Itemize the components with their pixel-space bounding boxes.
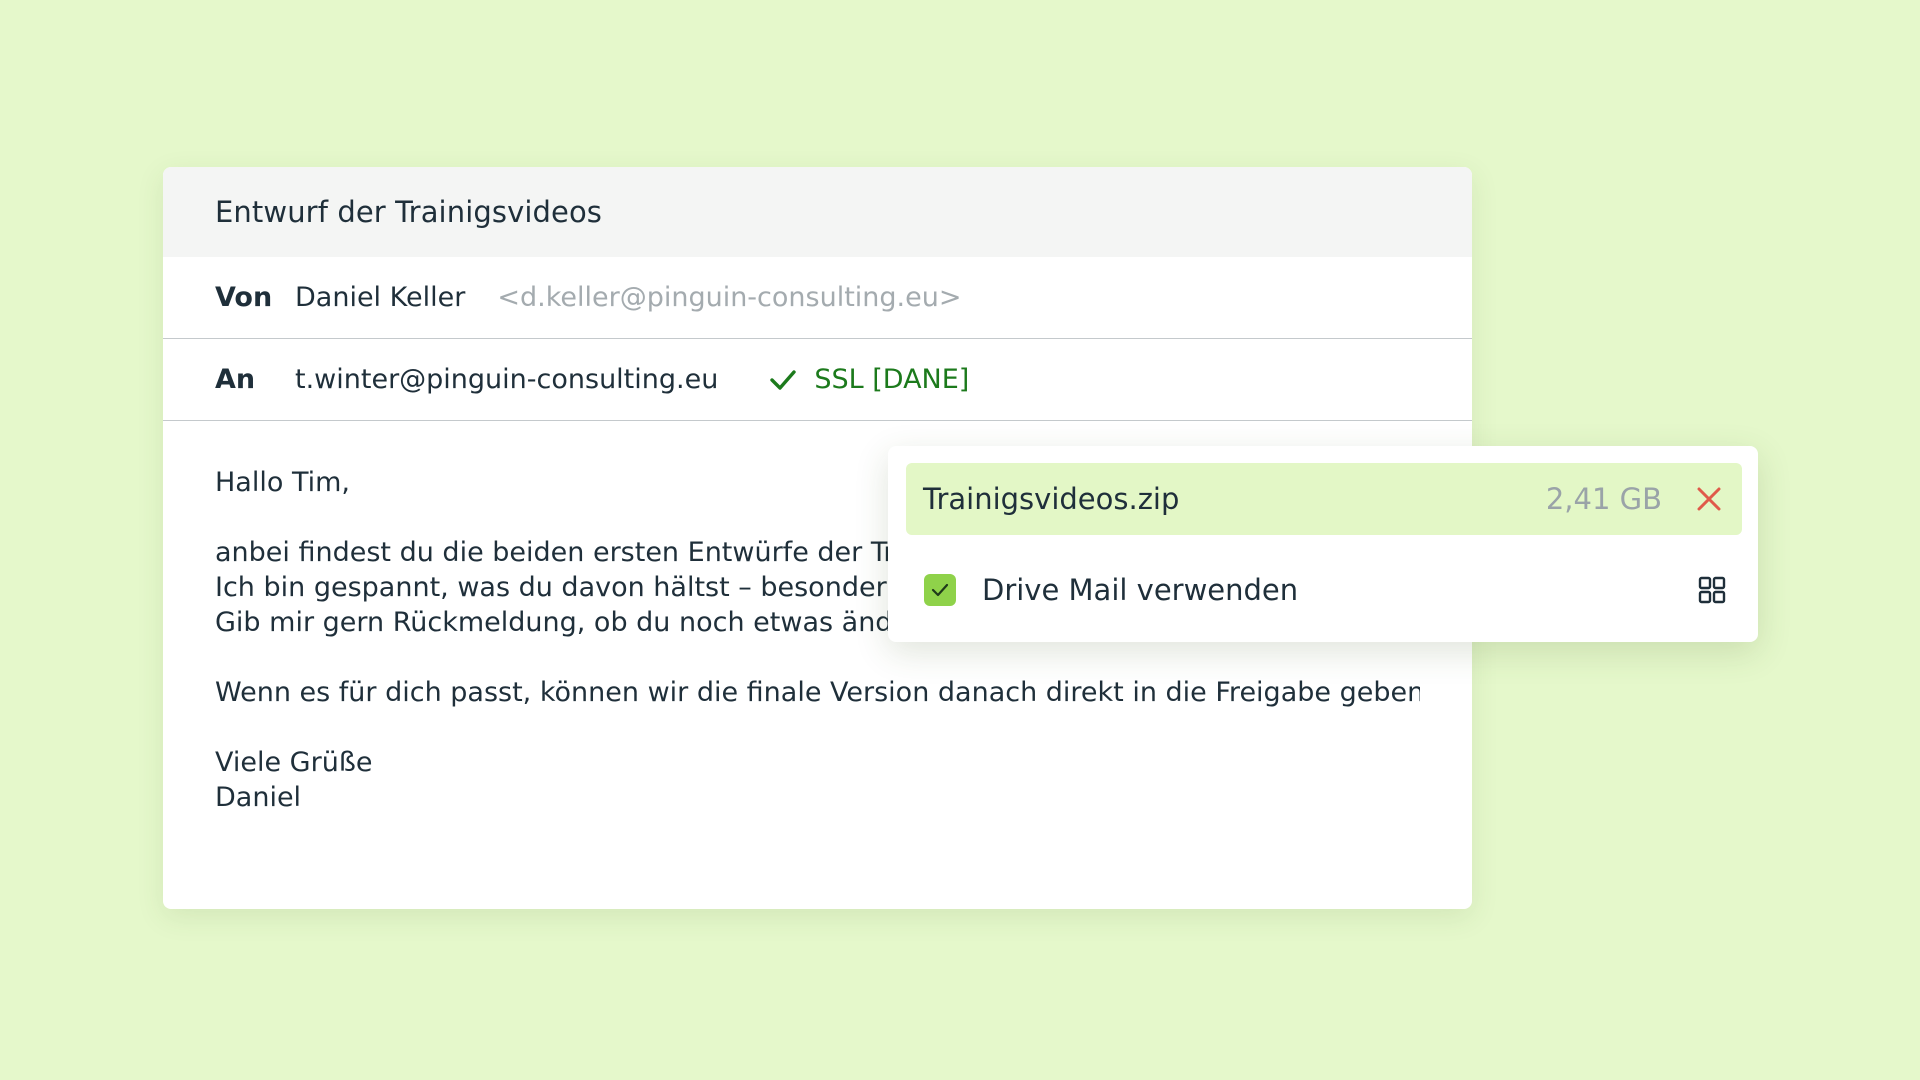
remove-attachment-button[interactable]: [1692, 482, 1726, 516]
signature-line: Daniel: [215, 782, 302, 813]
sender-email: <d.keller@pinguin-consulting.eu>: [497, 282, 962, 313]
mail-subject[interactable]: Entwurf der Trainigsvideos: [215, 195, 602, 229]
checkmark-icon: [931, 583, 949, 597]
closing-line: Viele Grüße: [215, 747, 373, 778]
from-row: Von Daniel Keller <d.keller@pinguin-cons…: [163, 257, 1472, 339]
grid-view-button[interactable]: [1696, 574, 1728, 606]
attachment-popup: Trainigsvideos.zip 2,41 GB Drive Mail ve…: [888, 446, 1758, 642]
drive-mail-row: Drive Mail verwenden: [924, 570, 1728, 610]
close-icon: [1697, 487, 1721, 511]
attachment-file-size: 2,41 GB: [1545, 482, 1662, 516]
drive-mail-label[interactable]: Drive Mail verwenden: [982, 573, 1298, 607]
subject-bar: Entwurf der Trainigsvideos: [163, 167, 1472, 257]
ssl-status-label: SSL [DANE]: [814, 364, 970, 395]
check-icon: [770, 369, 797, 390]
mail-closing: Viele Grüße Daniel: [215, 745, 1420, 815]
from-label: Von: [215, 282, 273, 313]
grid-icon: [1698, 576, 1726, 604]
ssl-status: SSL [DANE]: [770, 364, 969, 395]
drive-mail-checkbox[interactable]: [924, 574, 956, 606]
to-row: An t.winter@pinguin-consulting.eu SSL [D…: [163, 339, 1472, 421]
recipient-email[interactable]: t.winter@pinguin-consulting.eu: [295, 364, 718, 395]
attachment-file-name: Trainigsvideos.zip: [923, 482, 1180, 516]
attachment-item[interactable]: Trainigsvideos.zip 2,41 GB: [906, 463, 1742, 535]
sender-name: Daniel Keller: [295, 282, 466, 313]
to-label: An: [215, 364, 256, 395]
mail-paragraph-2: Wenn es für dich passt, können wir die f…: [215, 677, 1420, 708]
